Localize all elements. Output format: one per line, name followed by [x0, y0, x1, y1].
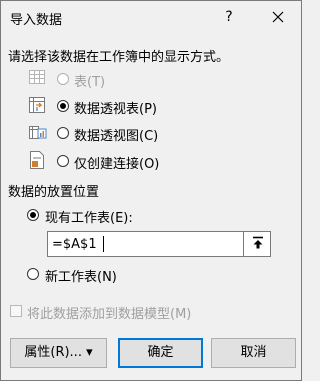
help-button[interactable]: ?	[217, 5, 241, 29]
collapse-dialog-button[interactable]	[243, 231, 271, 257]
pivot-table-icon	[29, 97, 47, 115]
table-radio[interactable]	[57, 73, 69, 85]
pivot-chart-icon	[29, 124, 47, 142]
pivot-table-option-label: 数据透视表(P)	[74, 102, 157, 117]
pivot-table-radio[interactable]	[57, 100, 69, 112]
existing-worksheet-radio[interactable]	[27, 209, 39, 221]
data-model-checkbox[interactable]	[10, 305, 22, 317]
new-worksheet-radio[interactable]	[27, 268, 39, 280]
connection-only-icon	[30, 151, 48, 169]
close-icon	[272, 11, 284, 23]
cancel-button[interactable]: 取消	[211, 338, 296, 368]
dialog-title: 导入数据	[10, 13, 63, 28]
table-icon	[29, 70, 47, 88]
connection-only-radio[interactable]	[57, 155, 69, 167]
ok-button-label: 确定	[147, 345, 174, 360]
text-caret	[103, 236, 104, 252]
close-button[interactable]	[266, 5, 290, 29]
properties-button[interactable]: 属性(R)... ▾	[10, 338, 107, 368]
range-input-value: =$A$1	[52, 237, 97, 252]
collapse-arrow-icon	[252, 236, 263, 249]
cancel-button-label: 取消	[240, 345, 267, 360]
connection-only-option-label: 仅创建连接(O)	[74, 157, 160, 172]
range-input[interactable]: =$A$1	[47, 231, 271, 257]
data-model-label: 将此数据添加到数据模型(M)	[27, 307, 192, 322]
placement-section-heading: 数据的放置位置	[8, 185, 100, 200]
dropdown-arrow-icon: ▾	[86, 345, 93, 360]
display-section-heading: 请选择该数据在工作簿中的显示方式。	[8, 50, 230, 65]
pivot-chart-option-label: 数据透视图(C)	[74, 129, 159, 144]
existing-worksheet-label: 现有工作表(E):	[45, 211, 133, 226]
title-bar: 导入数据 ?	[1, 1, 301, 33]
pivot-chart-radio[interactable]	[57, 127, 69, 139]
import-data-dialog: 导入数据 ? 请选择该数据在工作簿中的显示方式。 表(T) 数据透视表(P) 数…	[0, 0, 302, 381]
table-option-label: 表(T)	[74, 75, 106, 90]
properties-button-label: 属性(R)...	[24, 345, 82, 360]
ok-button[interactable]: 确定	[118, 338, 203, 368]
new-worksheet-label: 新工作表(N)	[45, 270, 117, 285]
